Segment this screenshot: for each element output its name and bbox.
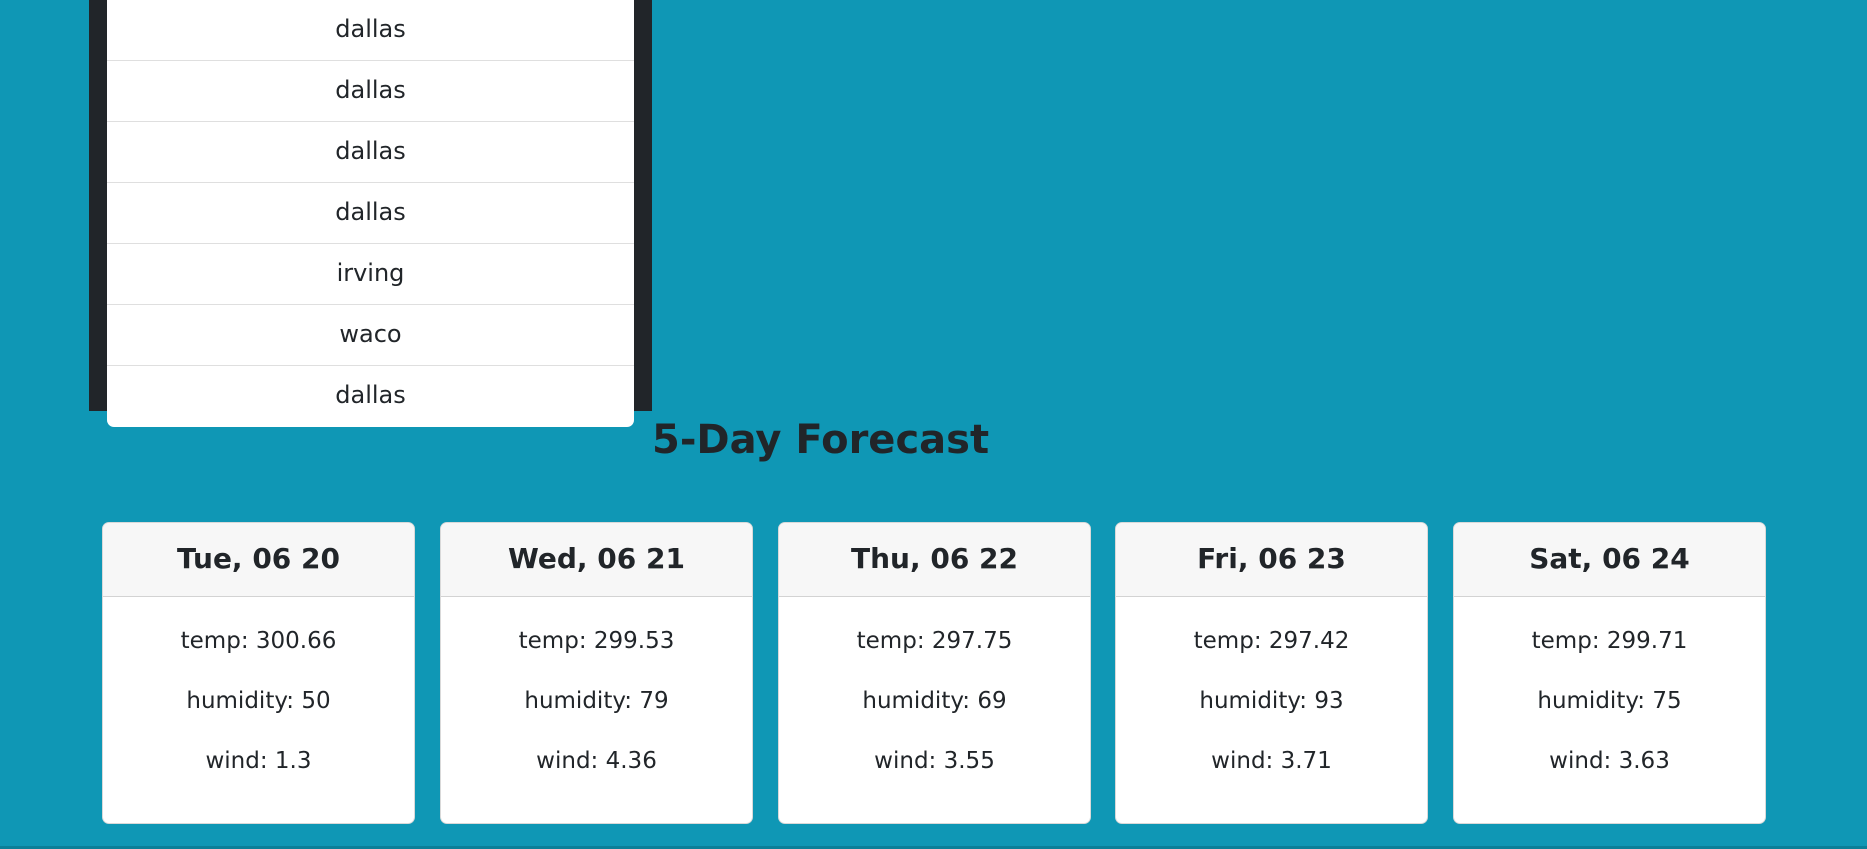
forecast-wind: wind: 3.63 [1549, 748, 1670, 774]
forecast-card-body: temp: 299.53 humidity: 79 wind: 4.36 [441, 597, 752, 791]
history-item[interactable]: dallas [107, 183, 634, 244]
forecast-card: Thu, 06 22 temp: 297.75 humidity: 69 win… [778, 522, 1091, 824]
forecast-card-body: temp: 300.66 humidity: 50 wind: 1.3 [103, 597, 414, 791]
forecast-temp: temp: 297.42 [1193, 628, 1350, 654]
history-item[interactable]: dallas [107, 366, 634, 427]
forecast-card: Wed, 06 21 temp: 299.53 humidity: 79 win… [440, 522, 753, 824]
forecast-humidity: humidity: 50 [186, 688, 331, 714]
forecast-card: Fri, 06 23 temp: 297.42 humidity: 93 win… [1115, 522, 1428, 824]
history-item[interactable]: waco [107, 305, 634, 366]
forecast-date: Fri, 06 23 [1116, 523, 1427, 597]
forecast-date: Wed, 06 21 [441, 523, 752, 597]
forecast-card-body: temp: 299.71 humidity: 75 wind: 3.63 [1454, 597, 1765, 791]
forecast-wind: wind: 3.71 [1211, 748, 1332, 774]
forecast-date: Tue, 06 20 [103, 523, 414, 597]
forecast-temp: temp: 299.71 [1531, 628, 1688, 654]
forecast-card: Sat, 06 24 temp: 299.71 humidity: 75 win… [1453, 522, 1766, 824]
forecast-wind: wind: 4.36 [536, 748, 657, 774]
history-item[interactable]: dallas [107, 122, 634, 183]
forecast-humidity: humidity: 93 [1199, 688, 1344, 714]
forecast-temp: temp: 299.53 [518, 628, 675, 654]
history-item[interactable]: dallas [107, 0, 634, 61]
forecast-humidity: humidity: 69 [862, 688, 1007, 714]
forecast-heading: 5-Day Forecast [652, 417, 990, 463]
forecast-date: Sat, 06 24 [1454, 523, 1765, 597]
search-history-list: dallas dallas dallas dallas irving waco … [107, 0, 634, 427]
forecast-wind: wind: 3.55 [874, 748, 995, 774]
forecast-card-body: temp: 297.42 humidity: 93 wind: 3.71 [1116, 597, 1427, 791]
forecast-humidity: humidity: 79 [524, 688, 669, 714]
forecast-temp: temp: 300.66 [180, 628, 337, 654]
forecast-temp: temp: 297.75 [856, 628, 1013, 654]
forecast-humidity: humidity: 75 [1537, 688, 1682, 714]
forecast-card-body: temp: 297.75 humidity: 69 wind: 3.55 [779, 597, 1090, 791]
history-item[interactable]: dallas [107, 61, 634, 122]
history-item[interactable]: irving [107, 244, 634, 305]
forecast-date: Thu, 06 22 [779, 523, 1090, 597]
forecast-wind: wind: 1.3 [205, 748, 312, 774]
forecast-card: Tue, 06 20 temp: 300.66 humidity: 50 win… [102, 522, 415, 824]
search-history-panel: dallas dallas dallas dallas irving waco … [89, 0, 652, 427]
